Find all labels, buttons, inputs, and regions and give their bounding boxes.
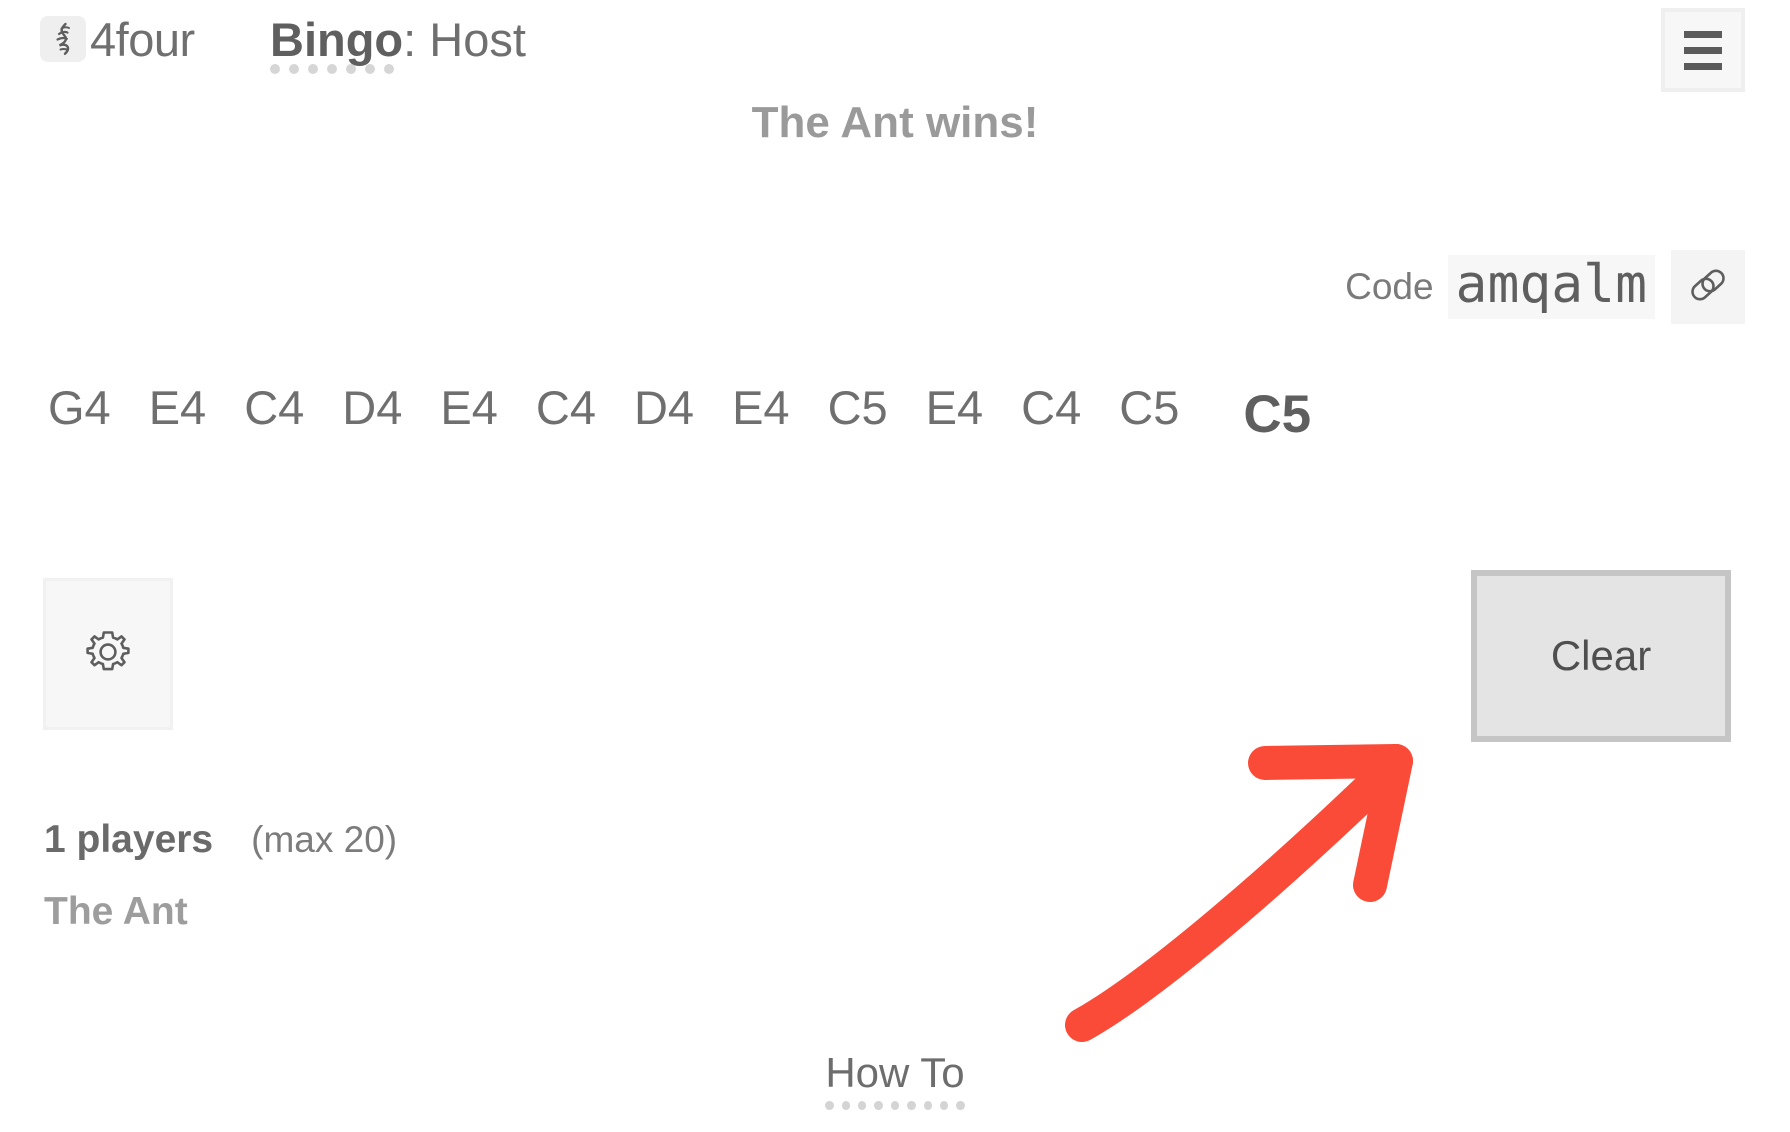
settings-button[interactable] bbox=[43, 578, 173, 730]
hamburger-bar-2 bbox=[1684, 46, 1722, 54]
players-summary: 1 players (max 20) bbox=[44, 818, 397, 862]
note-item: E4 bbox=[440, 381, 498, 434]
hamburger-menu-button[interactable] bbox=[1661, 8, 1745, 92]
winner-banner: The Ant wins! bbox=[751, 98, 1039, 147]
role-label: Host bbox=[429, 12, 526, 66]
note-item: C4 bbox=[244, 381, 305, 434]
note-item: D4 bbox=[342, 381, 403, 434]
player-list-item: The Ant bbox=[44, 890, 188, 933]
players-count: 1 players bbox=[44, 818, 214, 861]
page-title-group: Bingo: Host bbox=[270, 10, 526, 74]
hamburger-bar-3 bbox=[1684, 62, 1722, 70]
title-dotted-underline bbox=[270, 63, 394, 74]
brand: 4four bbox=[40, 8, 195, 70]
clear-button-label: Clear bbox=[1550, 632, 1652, 679]
current-note: C5 bbox=[1243, 385, 1312, 444]
gear-icon bbox=[80, 624, 136, 685]
how-to-link[interactable]: How To bbox=[0, 1049, 1790, 1110]
code-label: Code bbox=[1345, 266, 1434, 307]
room-code-row: Code amqalm bbox=[1345, 250, 1745, 324]
music-rest-icon bbox=[40, 16, 86, 62]
how-to-label: How To bbox=[825, 1049, 965, 1096]
note-item: C4 bbox=[535, 381, 596, 434]
note-item: G4 bbox=[48, 381, 111, 434]
note-item: C5 bbox=[1119, 381, 1180, 434]
players-max: (max 20) bbox=[251, 819, 398, 860]
note-item: E4 bbox=[148, 381, 207, 434]
app-header: 4four Bingo: Host bbox=[0, 0, 1790, 100]
note-item: E4 bbox=[925, 381, 984, 434]
link-icon bbox=[1686, 263, 1730, 312]
note-item: C5 bbox=[827, 381, 888, 434]
note-history-row: G4 E4 C4 D4 E4 C4 D4 E4 C5 E4 C4 C5 C5 bbox=[48, 380, 1311, 450]
room-code-value[interactable]: amqalm bbox=[1447, 255, 1655, 319]
note-item: C4 bbox=[1021, 381, 1082, 434]
annotation-arrow bbox=[1060, 725, 1460, 1055]
brand-name: 4four bbox=[90, 12, 195, 66]
role-separator: : bbox=[403, 12, 430, 66]
hamburger-bar-1 bbox=[1684, 30, 1722, 38]
how-to-dotted-underline bbox=[825, 1101, 965, 1110]
copy-link-button[interactable] bbox=[1671, 250, 1745, 324]
page-title: Bingo: Host bbox=[270, 16, 526, 63]
clear-button[interactable]: Clear bbox=[1471, 570, 1731, 742]
game-name: Bingo bbox=[270, 12, 404, 66]
note-item: D4 bbox=[633, 381, 695, 434]
note-item: E4 bbox=[732, 381, 790, 434]
